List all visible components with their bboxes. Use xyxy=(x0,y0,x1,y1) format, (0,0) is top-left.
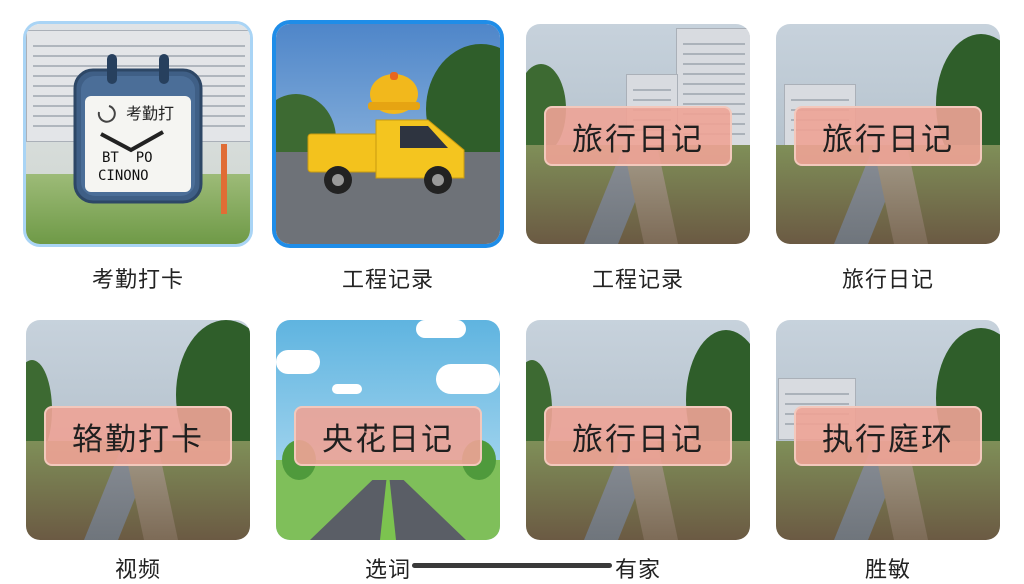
tile-label-video: 视频 xyxy=(114,558,161,583)
tile-engineering-record[interactable] xyxy=(276,24,500,244)
tile-label-home: 有家 xyxy=(614,558,661,583)
calendar-icon-text-2: BT PO xyxy=(102,150,153,166)
tile-label-engineering-record-1: 工程记录 xyxy=(341,268,434,293)
tile-label-victory: 胜敏 xyxy=(864,558,911,583)
banner-attendance: 辂勤打卡 xyxy=(44,406,232,466)
banner-travel-diary: 旅行日记 xyxy=(544,106,732,166)
banner-travel-diary: 旅行日记 xyxy=(794,106,982,166)
tile-video[interactable]: 辂勤打卡 xyxy=(26,320,250,540)
tile-label-word-select: 选词 xyxy=(364,558,411,583)
tile-home[interactable]: 旅行日记 xyxy=(526,320,750,540)
yellow-truck-icon xyxy=(307,72,465,194)
tile-victory[interactable]: 执行庭环 xyxy=(776,320,1000,540)
tile-label-attendance: 考勤打卡 xyxy=(91,268,184,293)
banner-execute: 执行庭环 xyxy=(794,406,982,466)
tile-label-engineering-record-2: 工程记录 xyxy=(591,268,684,293)
tile-travel-diary-b[interactable]: 旅行日记 xyxy=(776,24,1000,244)
tile-attendance[interactable]: 考勤打 BT PO CINONO xyxy=(26,24,250,244)
tile-travel-diary-a[interactable]: 旅行日记 xyxy=(526,24,750,244)
home-indicator-bar[interactable] xyxy=(412,563,612,568)
banner-flower-diary: 央花日记 xyxy=(294,406,482,466)
banner-travel-diary: 旅行日记 xyxy=(544,406,732,466)
calendar-icon-text-3: CINONO xyxy=(98,168,149,184)
calendar-clock-icon xyxy=(73,54,203,204)
tile-label-travel-diary: 旅行日记 xyxy=(841,268,934,293)
tile-word-select[interactable]: 央花日记 xyxy=(276,320,500,540)
calendar-icon-text-1: 考勤打 xyxy=(126,104,175,123)
